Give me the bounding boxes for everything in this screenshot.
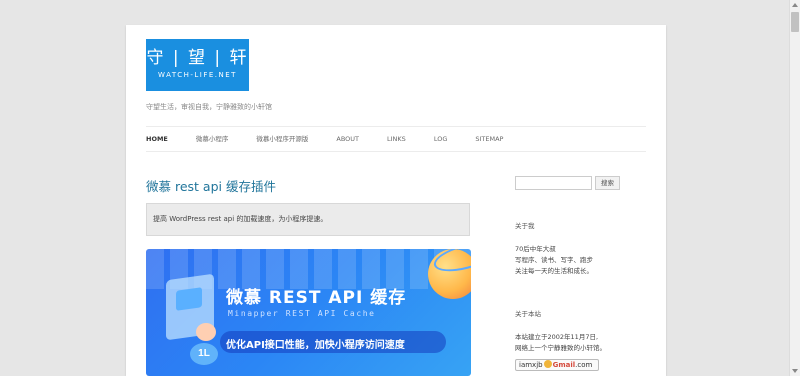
scrollbar-thumb[interactable] <box>791 12 799 32</box>
about-me-line-1: 70后中年大叔 <box>515 245 556 253</box>
about-site-line-1: 本站建立于2002年11月7日, <box>515 333 599 341</box>
nav-item-minapper[interactable]: 微慕小程序 <box>196 133 229 145</box>
nav-divider-top <box>146 126 646 127</box>
about-site-line-2: 网络上一个宁静雅致的小轩馆。 <box>515 344 606 352</box>
email-user: iamxjb <box>519 361 543 369</box>
email-domain: Gmail <box>552 361 576 369</box>
post-featured-image[interactable]: 1L 微慕 REST API 缓存 Minapper REST API Cach… <box>146 249 471 376</box>
page-container: 守 | 望 | 轩 WATCH-LIFE.NET 守望生活，审视自我，宁静雅致的… <box>126 25 666 376</box>
scroll-up-icon[interactable] <box>792 3 798 7</box>
banner-screen-illustration <box>176 287 202 311</box>
nav-item-log[interactable]: LOG <box>434 133 448 145</box>
logo-en-text: WATCH-LIFE.NET <box>158 71 237 79</box>
site-tagline: 守望生活，审视自我，宁静雅致的小轩馆 <box>146 103 272 111</box>
at-icon <box>543 360 552 368</box>
nav-item-about[interactable]: ABOUT <box>336 133 359 145</box>
site-logo[interactable]: 守 | 望 | 轩 WATCH-LIFE.NET <box>146 39 249 91</box>
search-input[interactable] <box>515 176 592 190</box>
main-nav: HOME 微慕小程序 微慕小程序开源版 ABOUT LINKS LOG SITE… <box>146 133 531 145</box>
nav-item-minapper-open[interactable]: 微慕小程序开源版 <box>256 133 308 145</box>
search-button[interactable]: 搜索 <box>595 176 620 190</box>
banner-slogan: 优化API接口性能，加快小程序访问速度 <box>226 340 405 351</box>
widget-title-about-site: 关于本站 <box>515 310 541 318</box>
page-scrollbar[interactable] <box>789 0 800 376</box>
email-tld: .com <box>575 361 593 369</box>
about-me-line-3: 关注每一天的生活和成长。 <box>515 267 593 275</box>
banner-title: 微慕 REST API 缓存 <box>226 288 407 308</box>
widget-title-about-me: 关于我 <box>515 222 535 230</box>
banner-subtitle: Minapper REST API Cache <box>228 309 376 318</box>
email-image: iamxjb Gmail.com <box>515 359 599 371</box>
post-excerpt-text: 提高 WordPress rest api 的加载速度，为小程序提速。 <box>153 215 328 223</box>
nav-divider-bottom <box>146 151 646 152</box>
nav-item-links[interactable]: LINKS <box>387 133 406 145</box>
banner-badge: 1L <box>190 343 218 365</box>
nav-item-sitemap[interactable]: SITEMAP <box>475 133 503 145</box>
about-me-line-2: 写程序、读书、写字、跑步 <box>515 256 593 264</box>
post-excerpt-box: 提高 WordPress rest api 的加载速度，为小程序提速。 <box>146 203 470 236</box>
logo-cn-text: 守 | 望 | 轩 <box>146 48 249 68</box>
post-title-link[interactable]: 微慕 rest api 缓存插件 <box>146 176 276 195</box>
scroll-down-icon[interactable] <box>792 369 798 373</box>
nav-item-home[interactable]: HOME <box>146 133 168 145</box>
banner-hand-illustration <box>196 323 216 341</box>
